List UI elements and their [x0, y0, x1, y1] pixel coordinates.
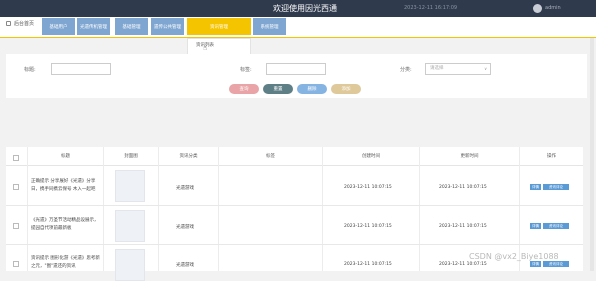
add-button[interactable]: 添加 — [331, 84, 361, 94]
row-category: 光遗游戏 — [176, 263, 194, 268]
col-header-category: 资讯分类 — [179, 154, 198, 159]
search-button[interactable]: 查询 — [229, 84, 259, 94]
row-checkbox[interactable] — [13, 223, 19, 229]
row-cover-image — [115, 249, 145, 281]
comment-button[interactable]: 资讯评论 — [543, 223, 569, 229]
category-label: 分类: — [400, 67, 412, 73]
search-panel — [6, 54, 587, 98]
pointer-cursor-icon: ☝ — [203, 44, 208, 52]
comment-button[interactable]: 资讯评论 — [543, 184, 569, 190]
nav-item-users[interactable]: 基础用户 — [42, 18, 75, 35]
category-select[interactable]: 请选择 ∨ — [425, 63, 491, 75]
watermark: CSDN @vx2_Biye1088 — [469, 252, 559, 261]
select-all-checkbox[interactable] — [13, 155, 19, 161]
row-created: 2023-12-11 10:07:15 — [344, 224, 392, 229]
col-header-tag: 标签 — [266, 154, 275, 159]
row-title: 资讯提示 图形化游《光遗》思考新之元，"图"遗还的资讯 — [31, 256, 100, 269]
col-header-title: 标题 — [61, 154, 70, 159]
row-checkbox[interactable] — [13, 184, 19, 190]
category-select-value: 请选择 — [430, 66, 444, 71]
row-checkbox[interactable] — [13, 261, 19, 267]
comment-button[interactable]: 资讯评论 — [543, 261, 569, 267]
tag-label: 标签: — [240, 67, 252, 73]
title-label: 标题: — [24, 67, 36, 73]
col-header-cover: 封面图 — [124, 154, 138, 159]
header-datetime: 2023-12-11 16:17:09 — [404, 5, 458, 11]
detail-button[interactable]: 详情 — [530, 261, 541, 267]
row-updated: 2023-12-11 10:07:15 — [439, 185, 487, 190]
row-category: 光遗游戏 — [176, 225, 194, 230]
col-header-created: 创建时间 — [362, 154, 380, 159]
delete-button[interactable]: 删除 — [297, 84, 327, 94]
col-header-actions: 操作 — [547, 154, 556, 159]
row-cover-image — [115, 210, 145, 242]
home-icon — [6, 21, 11, 26]
nav-item-machines[interactable]: 光遗传机管理 — [77, 18, 110, 35]
row-created: 2023-12-11 10:07:15 — [344, 185, 392, 190]
row-updated: 2023-12-11 10:07:15 — [439, 262, 487, 267]
row-title: 《光遗》万圣节活动精品设展示，提园自代项前最新板 — [31, 218, 99, 231]
nav-item-system[interactable]: 系统管理 — [253, 18, 286, 35]
detail-button[interactable]: 详情 — [530, 223, 541, 229]
row-title: 正确提示 分享展好《光遗》分享日，携手同携云保号 木入一起吧 — [31, 179, 96, 192]
nav-item-news[interactable]: 资讯管理 — [187, 18, 251, 35]
nav-item-basic[interactable]: 基础管理 — [115, 18, 148, 35]
row-created: 2023-12-11 10:07:15 — [344, 262, 392, 267]
nav-underline — [0, 37, 596, 38]
username-label[interactable]: admin — [545, 0, 561, 17]
row-cover-image — [115, 170, 145, 202]
chevron-down-icon: ∨ — [484, 66, 487, 71]
row-divider — [6, 244, 583, 245]
reset-button[interactable]: 重置 — [263, 84, 293, 94]
row-divider — [6, 205, 583, 206]
detail-button[interactable]: 详情 — [530, 184, 541, 190]
row-updated: 2023-12-11 10:07:15 — [439, 224, 487, 229]
nav-home[interactable]: 后台首页 — [6, 20, 34, 27]
row-category: 光遗游戏 — [176, 186, 194, 191]
app-title: 欢迎使用因光西通 — [273, 4, 337, 13]
col-header-updated: 更新时间 — [460, 154, 479, 159]
title-input[interactable] — [51, 63, 111, 75]
avatar[interactable] — [533, 4, 542, 13]
nav-home-label: 后台首页 — [14, 21, 35, 27]
tag-input[interactable] — [266, 63, 326, 75]
vertical-scrollbar[interactable] — [590, 38, 594, 271]
nav-item-public[interactable]: 遗传公共管理 — [151, 18, 184, 35]
